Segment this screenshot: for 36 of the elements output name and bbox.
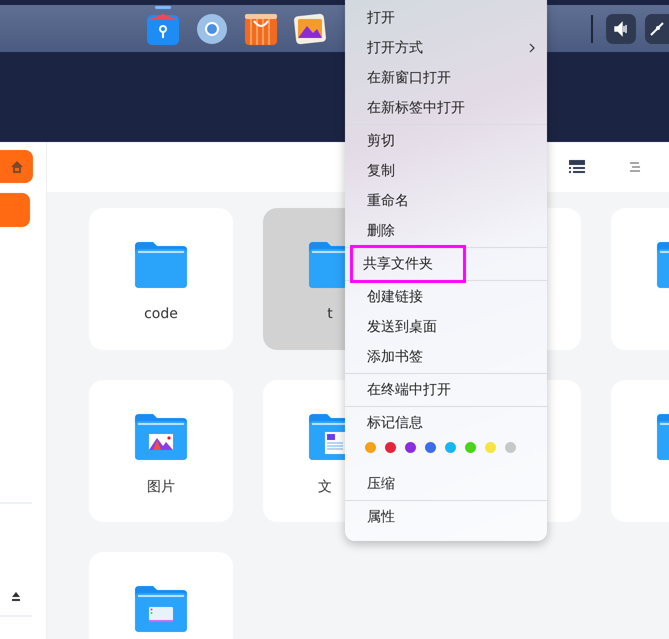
- folder-name: 文: [318, 478, 332, 496]
- folder-name: code: [144, 306, 178, 322]
- color-tag-dot[interactable]: [365, 442, 376, 453]
- color-tag-dot[interactable]: [405, 442, 416, 453]
- color-tag-dot[interactable]: [445, 442, 456, 453]
- folder-name: t: [327, 306, 333, 322]
- menu-item[interactable]: 在新标签中打开: [345, 93, 547, 123]
- volume-button[interactable]: [606, 14, 636, 44]
- detail-view-button[interactable]: [567, 158, 587, 176]
- pen-icon: [649, 20, 665, 36]
- menu-item[interactable]: 打开: [345, 3, 547, 33]
- color-tag-dot[interactable]: [505, 442, 516, 453]
- home-icon: [10, 160, 24, 174]
- active-indicator: [155, 6, 171, 8]
- list-view-icon: [629, 161, 641, 173]
- color-tag-dot[interactable]: [425, 442, 436, 453]
- home-button[interactable]: [0, 150, 33, 183]
- color-tag-dot[interactable]: [485, 442, 496, 453]
- folder-card[interactable]: 图片: [89, 380, 233, 522]
- menu-item[interactable]: 在终端中打开: [345, 375, 547, 405]
- color-tag-dot[interactable]: [465, 442, 476, 453]
- eject-icon[interactable]: [11, 592, 21, 601]
- photo-icon[interactable]: [293, 12, 327, 46]
- speaker-icon: [613, 20, 629, 36]
- pen-button[interactable]: [645, 14, 669, 44]
- folder-name: 图片: [147, 478, 175, 496]
- sidebar-button[interactable]: [0, 193, 30, 227]
- color-tag-dot[interactable]: [385, 442, 396, 453]
- menu-item[interactable]: 复制: [345, 156, 547, 186]
- menu-item[interactable]: 打开方式: [345, 33, 547, 63]
- chevron-right-icon: [529, 43, 535, 53]
- folder-card[interactable]: code: [89, 208, 233, 350]
- detail-view-icon: [569, 160, 585, 174]
- menu-item[interactable]: 在新窗口打开: [345, 63, 547, 93]
- menu-item[interactable]: 剪切: [345, 126, 547, 156]
- browser-icon[interactable]: [195, 12, 229, 46]
